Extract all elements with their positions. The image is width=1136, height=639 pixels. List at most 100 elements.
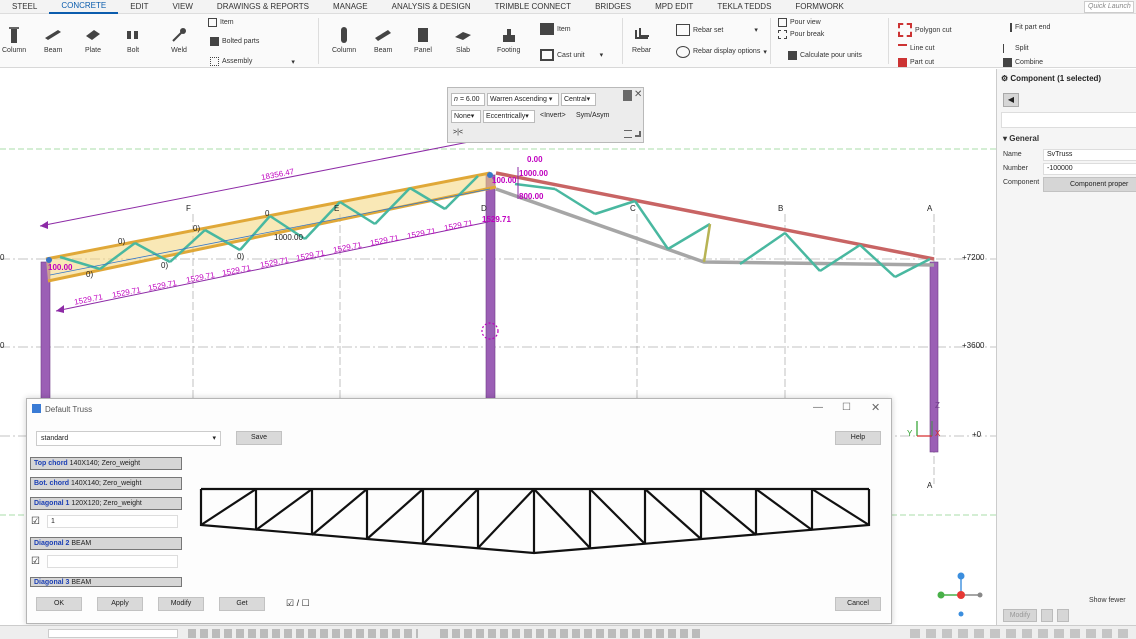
preset-select[interactable]: standard ▾ [36,431,221,446]
concrete-footing-button[interactable]: Footing [497,26,520,54]
maximize-icon[interactable]: ☐ [842,402,851,413]
cast-unit-button[interactable]: Cast unit ▾ [540,49,603,61]
assembly-button[interactable]: Assembly ▾ [210,57,295,66]
number-field[interactable]: -100000 [1043,163,1136,175]
diagonal-2-input[interactable] [47,555,178,568]
menu-trimble-connect[interactable]: TRIMBLE CONNECT [483,0,583,14]
steel-weld-button[interactable]: Weld [170,26,188,54]
eccentricity-select[interactable]: Eccentrically▾ [483,110,535,123]
truss-right-top-chord[interactable] [495,171,935,261]
position-select[interactable]: Central▾ [561,93,596,106]
steel-bolt-button[interactable]: Bolt [124,26,142,54]
column-right[interactable] [929,261,939,453]
steel-column-button[interactable]: Column [2,26,26,54]
pin-icon[interactable] [623,90,632,101]
diagonal-1-input[interactable]: 1 [47,515,178,528]
pour-break-button[interactable]: Pour break [778,30,824,39]
cancel-button[interactable]: Cancel [835,597,881,611]
close-icon[interactable]: ✕ [634,89,642,100]
column-middle[interactable] [485,174,496,401]
menu-analysis-design[interactable]: ANALYSIS & DESIGN [380,0,483,14]
fit-part-end-icon [1000,23,1012,32]
modify-button[interactable]: Modify [1003,609,1037,622]
assembly-dropdown-icon[interactable]: ▾ [291,58,295,66]
view-navigation-gizmo[interactable] [937,572,983,617]
menu-concrete[interactable]: CONCRETE [49,0,119,14]
end-type-select[interactable]: None▾ [451,110,481,123]
menu-tekla-tedds[interactable]: TEKLA TEDDS [705,0,783,14]
diagonal-1-row[interactable]: Diagonal 1 120X120; Zero_weight [30,497,182,510]
rebar-set-button[interactable]: Rebar set ▾ [676,24,758,36]
part-cut-button[interactable]: Part cut [898,58,934,67]
quick-launch-input[interactable]: Quick Launch [1084,1,1134,13]
menu-steel[interactable]: STEEL [0,0,49,14]
pour-view-button[interactable]: Pour view [778,18,821,27]
concrete-column-button[interactable]: Column [332,26,356,54]
steel-beam-button[interactable]: Beam [44,26,62,54]
modify-button[interactable]: Modify [158,597,204,611]
invert-button[interactable]: <Invert> [540,112,566,119]
axis-y-label: Y [907,429,913,438]
truss-right-vertical-member[interactable] [702,223,712,263]
name-field[interactable]: SvTruss [1043,149,1136,161]
combine-button[interactable]: Combine [1003,58,1043,67]
menu-view[interactable]: VIEW [160,0,204,14]
dimension-line-main [39,138,485,227]
rebar-display-dropdown-icon[interactable]: ▾ [763,48,767,56]
split-button[interactable]: Split [1003,44,1029,53]
help-button[interactable]: Help [835,431,881,445]
get-button[interactable]: Get [219,597,265,611]
concrete-panel-button[interactable]: Panel [414,26,432,54]
concrete-slab-button[interactable]: Slab [454,26,472,54]
menu-drawings-reports[interactable]: DRAWINGS & REPORTS [205,0,321,14]
menu-formwork[interactable]: FORMWORK [783,0,855,14]
bolted-parts-button[interactable]: Bolted parts [210,37,259,46]
info-icon[interactable] [1057,609,1069,622]
line-cut-button[interactable]: Line cut [898,44,935,53]
rebar-button[interactable]: Rebar [632,26,651,54]
rebar-display-options-button[interactable]: Rebar display options ▾ [676,46,776,58]
divisions-field[interactable]: n = 6.00 [451,93,485,106]
panel-search-input[interactable] [1001,112,1136,128]
fit-part-end-button[interactable]: Fit part end [1000,23,1050,32]
menu-edit[interactable]: EDIT [118,0,160,14]
back-arrow-icon[interactable]: ◀ [1003,93,1019,107]
apply-button[interactable]: Apply [97,597,143,611]
save-button[interactable]: Save [236,431,282,445]
steel-item-button[interactable]: Item [208,18,234,27]
diagonal-2-checkbox[interactable]: ☑ [31,556,42,567]
resize-grip-icon[interactable] [635,131,641,137]
polygon-cut-button[interactable]: Polygon cut [898,23,952,37]
menu-mpd-edit[interactable]: MPD EDIT [643,0,705,14]
toggle-all-checkboxes[interactable]: ☑ / ☐ [286,598,310,609]
diagonal-3-row[interactable]: Diagonal 3 BEAM [30,577,182,587]
steel-plate-button[interactable]: Plate [84,26,102,54]
center-button[interactable]: >|< [453,129,463,136]
selection-toolbar[interactable] [440,629,700,638]
show-fewer-link[interactable]: Show fewer [1089,597,1126,604]
concrete-item-button[interactable]: Item [540,23,571,35]
calculate-pour-units-button[interactable]: Calculate pour units [788,51,862,60]
rebar-set-dropdown-icon[interactable]: ▾ [754,26,758,34]
diagonal-2-row[interactable]: Diagonal 2 BEAM [30,537,182,550]
menu-icon[interactable] [624,130,632,138]
diagonal-3-value: BEAM [71,579,92,586]
command-input[interactable] [48,629,178,638]
component-properties-button[interactable]: Component proper [1043,177,1136,192]
column-left[interactable] [40,261,51,403]
general-section-header[interactable]: ▾ General [1003,134,1039,143]
close-icon[interactable]: ✕ [871,401,880,414]
snap-toolbar[interactable] [188,629,418,638]
top-chord-row[interactable]: Top chord 140X140; Zero_weight [30,457,182,470]
bottom-chord-row[interactable]: Bot. chord 140X140; Zero_weight [30,477,182,490]
concrete-beam-button[interactable]: Beam [374,26,392,54]
truss-type-select[interactable]: Warren Ascending ▾ [487,93,559,106]
sym-asym-button[interactable]: Sym/Asym [576,112,609,119]
minimize-icon[interactable]: — [813,402,823,413]
diagonal-1-checkbox[interactable]: ☑ [31,516,42,527]
lock-icon[interactable] [1041,609,1053,622]
ok-button[interactable]: OK [36,597,82,611]
menu-bridges[interactable]: BRIDGES [583,0,643,14]
cast-unit-dropdown-icon[interactable]: ▾ [600,51,604,59]
menu-manage[interactable]: MANAGE [321,0,380,14]
